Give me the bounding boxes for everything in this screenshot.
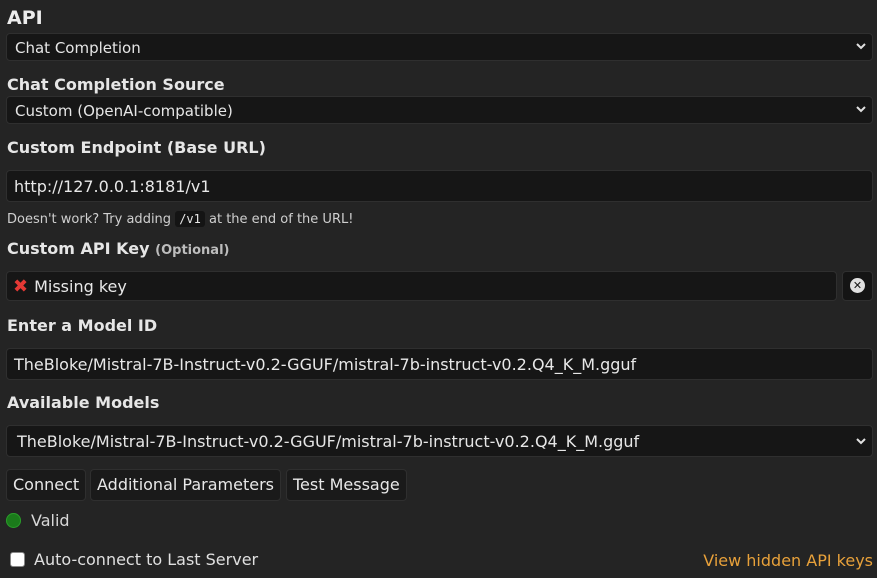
model-id-heading: Enter a Model ID <box>7 316 158 335</box>
hint-prefix: Doesn't work? Try adding <box>7 212 172 227</box>
connection-status: Valid <box>6 511 70 530</box>
api-select[interactable]: Chat Completion <box>6 33 873 61</box>
auto-connect-checkbox[interactable] <box>10 552 25 567</box>
endpoint-heading: Custom Endpoint (Base URL) <box>7 138 266 157</box>
placeholder-text: Missing key <box>34 277 127 296</box>
api-key-heading: Custom API Key (Optional) <box>7 239 229 258</box>
endpoint-input[interactable]: http://127.0.0.1:8181/v1 <box>6 170 873 202</box>
source-heading: Chat Completion Source <box>7 75 225 94</box>
auto-connect-label[interactable]: Auto-connect to Last Server <box>34 550 258 569</box>
api-key-heading-text: Custom API Key <box>7 239 150 258</box>
status-dot-icon <box>6 513 21 528</box>
available-models-value: TheBloke/Mistral-7B-Instruct-v0.2-GGUF/m… <box>17 432 640 451</box>
endpoint-value: http://127.0.0.1:8181/v1 <box>14 177 211 196</box>
clear-key-button[interactable]: ✕ <box>842 271 873 301</box>
additional-parameters-button[interactable]: Additional Parameters <box>90 469 281 501</box>
status-label: Valid <box>31 511 70 530</box>
optional-label: (Optional) <box>155 243 230 258</box>
model-id-input[interactable]: TheBloke/Mistral-7B-Instruct-v0.2-GGUF/m… <box>6 348 873 380</box>
auto-connect-row[interactable]: Auto-connect to Last Server <box>10 550 258 569</box>
test-message-button[interactable]: Test Message <box>286 469 407 501</box>
source-select-value: Custom (OpenAI-compatible) <box>15 102 233 120</box>
endpoint-hint: Doesn't work? Try adding /v1 at the end … <box>7 211 354 227</box>
chevron-down-icon <box>856 438 866 445</box>
chevron-down-icon <box>856 106 866 113</box>
model-id-value: TheBloke/Mistral-7B-Instruct-v0.2-GGUF/m… <box>14 355 637 374</box>
source-select[interactable]: Custom (OpenAI-compatible) <box>6 96 873 124</box>
api-key-placeholder: ✖ Missing key <box>13 277 127 296</box>
api-key-input[interactable]: ✖ Missing key <box>6 271 837 301</box>
api-heading: API <box>7 7 43 29</box>
chevron-down-icon <box>856 43 866 50</box>
available-models-heading: Available Models <box>7 393 160 412</box>
close-icon: ✕ <box>850 278 865 293</box>
hint-code: /v1 <box>175 211 205 227</box>
api-select-value: Chat Completion <box>15 39 141 57</box>
view-hidden-keys-link[interactable]: View hidden API keys <box>703 551 873 570</box>
hint-suffix: at the end of the URL! <box>209 212 354 227</box>
connect-button[interactable]: Connect <box>6 469 87 501</box>
available-models-select[interactable]: TheBloke/Mistral-7B-Instruct-v0.2-GGUF/m… <box>6 425 873 457</box>
cross-mark-icon: ✖ <box>13 275 29 297</box>
